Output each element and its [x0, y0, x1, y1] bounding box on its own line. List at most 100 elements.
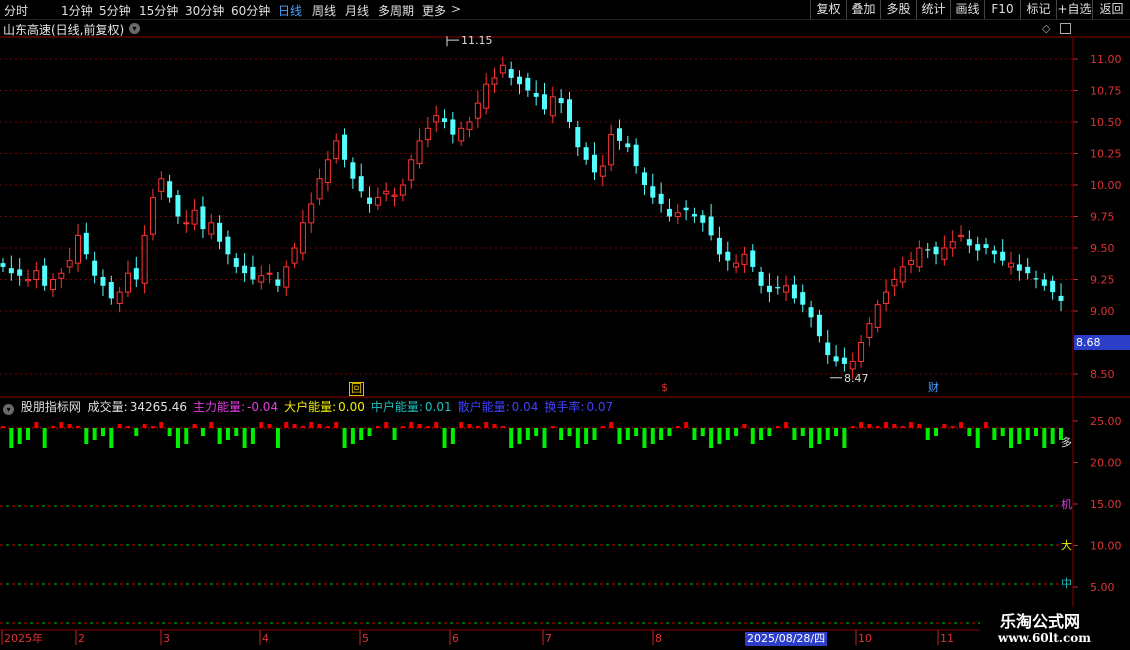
- indicator-item-label: 中户能量:: [370, 400, 423, 414]
- candle-body: [308, 203, 315, 224]
- candle-body: [683, 207, 689, 211]
- candle-body: [674, 212, 681, 218]
- candle-body: [250, 266, 256, 280]
- indicator-bar-down: [617, 428, 622, 444]
- candle-body: [925, 249, 931, 251]
- indicator-bar-up: [384, 422, 389, 428]
- candle-body: [1025, 266, 1031, 274]
- indicator-bar-up: [34, 422, 39, 428]
- indicator-bar-down: [592, 428, 597, 440]
- indicator-item-5: 换手率: 0.07: [544, 400, 616, 414]
- candle-body: [74, 234, 81, 264]
- candle-body: [591, 154, 597, 173]
- indicator-bar-up: [609, 422, 614, 428]
- indicator-side-label: 中: [1061, 577, 1072, 590]
- indicator-bar-down: [584, 428, 589, 444]
- indicator-bar-up: [192, 424, 197, 428]
- candle-body: [466, 121, 473, 131]
- indicator-bar-up: [909, 422, 914, 428]
- indicator-bar-up: [284, 422, 289, 428]
- event-marker-0[interactable]: 回: [349, 382, 364, 396]
- indicator-bar-down: [800, 428, 805, 436]
- indicator-bar-down: [392, 428, 397, 440]
- event-marker-1[interactable]: $: [658, 382, 671, 394]
- indicator-bar-down: [967, 428, 972, 436]
- candle-body: [533, 93, 539, 97]
- candle-body: [42, 265, 48, 286]
- indicator-bar-down: [175, 428, 180, 448]
- candle-body: [1033, 278, 1039, 280]
- time-axis-label: 3: [163, 632, 170, 645]
- indicator-axis-label: 25.00: [1090, 415, 1122, 428]
- indicator-bar-down: [692, 428, 697, 440]
- indicator-bar-down: [250, 428, 255, 444]
- watermark: 乐淘公式网 www.60lt.com: [980, 607, 1130, 650]
- indicator-bar-down: [200, 428, 205, 436]
- candle-body: [24, 279, 31, 282]
- indicator-bar-down: [350, 428, 355, 444]
- candle-body: [275, 279, 281, 286]
- indicator-item-value: 0.00: [338, 400, 365, 414]
- indicator-bar-up: [459, 422, 464, 428]
- candle-body: [483, 83, 490, 109]
- indicator-bar-up: [600, 426, 605, 428]
- indicator-bar-down: [1042, 428, 1047, 448]
- candle-body: [183, 222, 190, 225]
- indicator-bar-up: [259, 422, 264, 428]
- indicator-bar-up: [150, 426, 155, 428]
- indicator-bar-up: [425, 426, 430, 428]
- indicator-bar-down: [242, 428, 247, 448]
- candle-body: [916, 247, 923, 268]
- indicator-axis-label: 15.00: [1090, 498, 1122, 511]
- price-axis-label: 10.25: [1090, 148, 1122, 161]
- candle-body: [808, 307, 814, 318]
- indicator-bar-up: [984, 422, 989, 428]
- indicator-axis-label: 10.00: [1090, 540, 1122, 553]
- indicator-bar-up: [550, 426, 555, 428]
- price-axis-label: 9.25: [1090, 274, 1115, 287]
- candle-body: [758, 271, 764, 286]
- candle-body: [383, 190, 390, 195]
- indicator-bar-down: [667, 428, 672, 436]
- indicator-menu-icon[interactable]: ▾: [3, 404, 14, 415]
- indicator-bar-down: [1050, 428, 1055, 444]
- price-axis-label: 10.50: [1090, 116, 1122, 129]
- time-axis-label: 6: [452, 632, 459, 645]
- candle-body: [333, 140, 340, 160]
- candle-body: [833, 356, 839, 362]
- indicator-bar-up: [142, 424, 147, 428]
- indicator-bar-down: [167, 428, 172, 436]
- candle-body: [691, 213, 697, 217]
- indicator-bar-down: [342, 428, 347, 448]
- candle-body: [108, 282, 114, 299]
- candle-body: [399, 184, 406, 196]
- candle-body: [233, 258, 239, 267]
- candle-body: [491, 77, 498, 85]
- indicator-bar-down: [367, 428, 372, 436]
- indicator-bar-down: [575, 428, 580, 448]
- candle-body: [133, 268, 139, 280]
- time-axis-label: 2: [78, 632, 85, 645]
- indicator-bar-down: [717, 428, 722, 444]
- indicator-item-label: 大户能量:: [284, 400, 337, 414]
- candle-body: [8, 268, 14, 274]
- time-axis-label: 11: [940, 632, 954, 645]
- indicator-bar-down: [109, 428, 114, 448]
- indicator-bar-down: [925, 428, 930, 440]
- candle-body: [149, 197, 156, 235]
- candle-body: [266, 272, 273, 275]
- candle-body: [517, 76, 523, 85]
- event-marker-2[interactable]: 财: [927, 382, 940, 394]
- indicator-bar-down: [450, 428, 455, 444]
- candle-body: [416, 140, 423, 165]
- candle-body: [458, 127, 465, 142]
- candle-body: [167, 181, 173, 198]
- indicator-bar-down: [659, 428, 664, 440]
- candle-body: [700, 215, 706, 223]
- indicator-bar-up: [742, 424, 747, 428]
- candle-body: [299, 222, 306, 254]
- candle-body: [775, 287, 781, 289]
- indicator-bar-down: [700, 428, 705, 436]
- candle-body: [541, 94, 547, 110]
- chart-canvas[interactable]: 11.00 10.75 10.50 10.25 10.00 9.75 9.50 9.25 9.0…: [0, 0, 1130, 650]
